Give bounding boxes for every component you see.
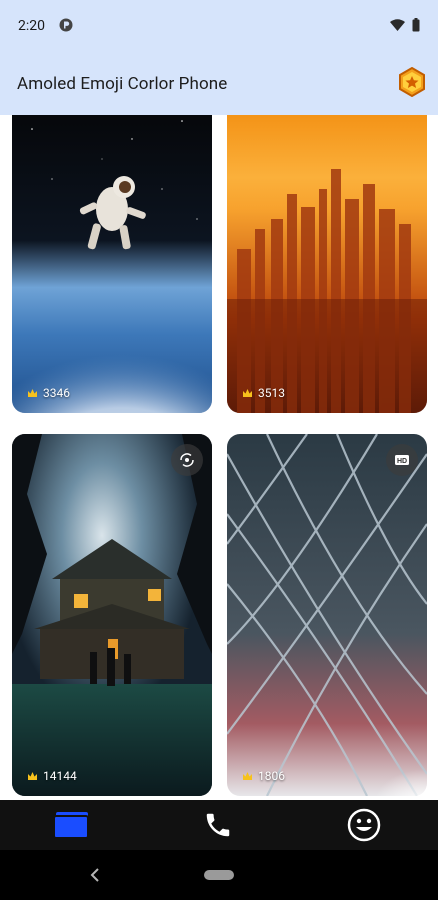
app-notification-icon (59, 18, 73, 32)
app-bar: Amoled Emoji Corlor Phone (0, 52, 438, 115)
home-pill[interactable] (204, 870, 234, 880)
hd-icon: HD (395, 455, 409, 465)
wifi-icon (390, 19, 405, 31)
wallpaper-card-astronaut[interactable]: 3346 (12, 115, 212, 413)
wallpaper-download-count: 3513 (243, 386, 285, 400)
emoji-icon (347, 808, 381, 842)
battery-icon (412, 18, 420, 32)
wallpaper-image (12, 434, 212, 796)
svg-text:HD: HD (397, 458, 407, 465)
nav-wallpapers[interactable] (52, 808, 92, 842)
wallpaper-card-haunted-house[interactable]: 14144 (12, 434, 212, 796)
status-time: 2:20 (18, 18, 45, 34)
wallpaper-card-skyline[interactable]: 3513 (227, 115, 427, 413)
bottom-navigation (0, 800, 438, 850)
wallpaper-download-count: 1806 (243, 769, 285, 783)
wallpaper-image (227, 115, 427, 413)
wallpaper-download-count: 14144 (28, 769, 77, 783)
crown-icon (243, 389, 252, 397)
crown-icon (28, 772, 37, 780)
wallpaper-grid: 3346 3513 14144 HD 1806 (0, 115, 438, 800)
live-wallpaper-badge (171, 444, 203, 476)
nav-emoji[interactable] (344, 808, 384, 842)
crown-icon (243, 772, 252, 780)
wallpaper-image (227, 434, 427, 796)
wallpaper-download-count: 3346 (28, 386, 70, 400)
wallpapers-icon (53, 812, 89, 839)
premium-star-badge-icon[interactable] (398, 67, 426, 97)
wallpaper-card-glass-roof[interactable]: HD 1806 (227, 434, 427, 796)
crown-icon (28, 389, 37, 397)
nav-phone[interactable] (198, 808, 238, 842)
status-bar: 2:20 (0, 0, 438, 52)
wallpaper-image (12, 115, 212, 413)
rotate-3d-icon (180, 453, 194, 467)
back-chevron-icon[interactable] (90, 868, 100, 882)
app-title: Amoled Emoji Corlor Phone (17, 74, 228, 94)
hd-badge: HD (386, 444, 418, 476)
phone-icon (206, 813, 230, 837)
